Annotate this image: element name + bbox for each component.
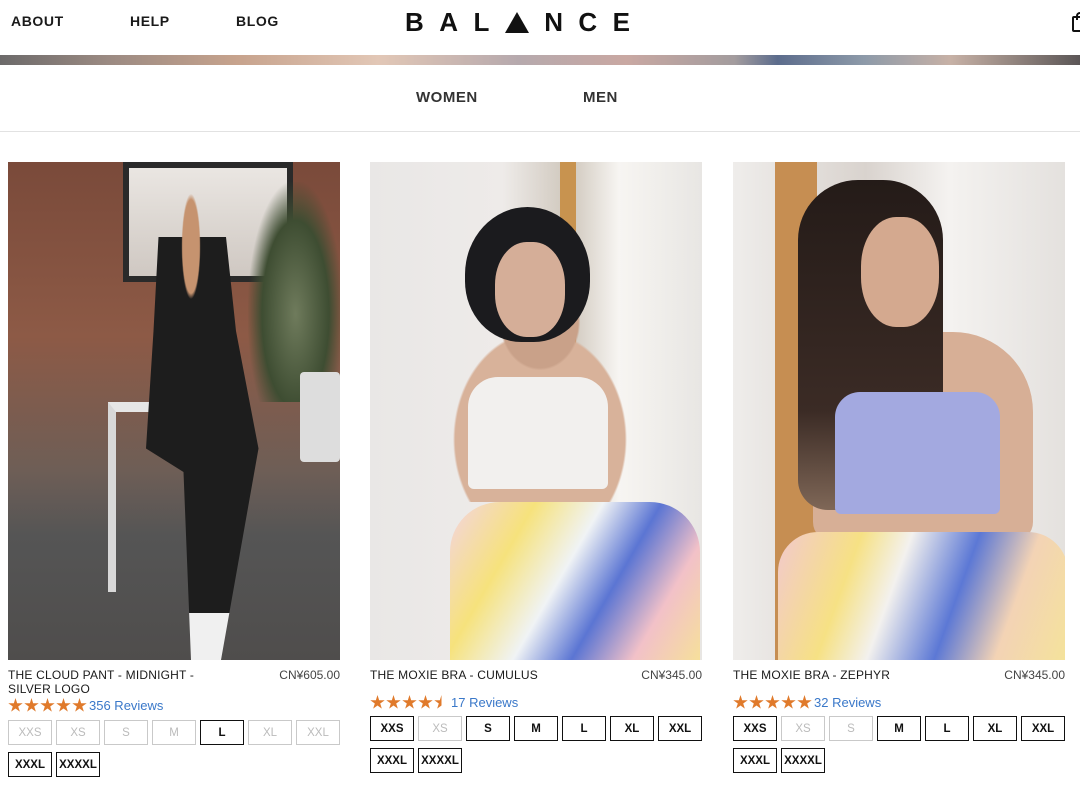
size-option-xxs[interactable]: XXS [370, 716, 414, 741]
logo-letter: L [473, 6, 490, 37]
size-option-xl[interactable]: XL [248, 720, 292, 745]
size-option-xxxxl[interactable]: XXXXL [56, 752, 100, 777]
rating-stars [733, 695, 813, 710]
star-icon [765, 695, 780, 709]
product-title[interactable]: THE MOXIE BRA - CUMULUS [370, 668, 585, 682]
size-option-s[interactable]: S [466, 716, 510, 741]
product-image[interactable] [8, 162, 340, 660]
brand-logo[interactable]: B A L N C E [405, 4, 630, 40]
product-title[interactable]: THE CLOUD PANT - MIDNIGHT - SILVER LOGO [8, 668, 223, 696]
product-card: THE MOXIE BRA - ZEPHYR CN¥345.00 32 Revi… [733, 162, 1065, 780]
size-option-m[interactable]: M [877, 716, 921, 741]
size-option-xxl[interactable]: XXL [1021, 716, 1065, 741]
size-option-l[interactable]: L [925, 716, 969, 741]
size-option-m[interactable]: M [152, 720, 196, 745]
category-men-link[interactable]: MEN [583, 89, 618, 106]
logo-letter: B [405, 6, 424, 37]
reviews-link[interactable]: 17 Reviews [451, 695, 518, 710]
size-option-xs[interactable]: XS [418, 716, 462, 741]
product-image[interactable] [370, 162, 702, 660]
size-option-m[interactable]: M [514, 716, 558, 741]
size-option-xl[interactable]: XL [610, 716, 654, 741]
size-options: XXS XS S M L XL XXL XXXL XXXXL [733, 716, 1065, 773]
size-option-xs[interactable]: XS [781, 716, 825, 741]
star-icon [733, 695, 748, 709]
product-rating: 17 Reviews [370, 695, 518, 710]
size-option-xxl[interactable]: XXL [658, 716, 702, 741]
size-option-xl[interactable]: XL [973, 716, 1017, 741]
size-options: XXS XS S M L XL XXL XXXL XXXXL [370, 716, 702, 773]
star-icon [370, 695, 385, 709]
half-star-icon [434, 695, 449, 709]
star-icon [72, 698, 87, 712]
product-price: CN¥345.00 [641, 668, 702, 682]
product-card: THE MOXIE BRA - CUMULUS CN¥345.00 17 Rev… [370, 162, 702, 780]
logo-letter: A [439, 6, 458, 37]
star-icon [418, 695, 433, 709]
size-option-xs[interactable]: XS [56, 720, 100, 745]
size-option-xxxl[interactable]: XXXL [733, 748, 777, 773]
star-icon [781, 695, 796, 709]
reviews-link[interactable]: 356 Reviews [89, 698, 163, 713]
rating-stars [8, 698, 88, 713]
star-icon [24, 698, 39, 712]
size-option-xxxl[interactable]: XXXL [8, 752, 52, 777]
logo-letter: N [544, 6, 563, 37]
category-nav: WOMEN MEN [0, 66, 1080, 132]
star-icon [749, 695, 764, 709]
logo-letter: C [578, 6, 598, 37]
nav-blog-link[interactable]: BLOG [236, 13, 279, 29]
product-rating: 32 Reviews [733, 695, 881, 710]
top-header: ABOUT HELP BLOG B A L N C E [0, 0, 1080, 56]
size-option-xxxxl[interactable]: XXXXL [781, 748, 825, 773]
star-icon [386, 695, 401, 709]
size-option-xxl[interactable]: XXL [296, 720, 340, 745]
product-title[interactable]: THE MOXIE BRA - ZEPHYR [733, 668, 948, 682]
size-option-xxs[interactable]: XXS [8, 720, 52, 745]
reviews-link[interactable]: 32 Reviews [814, 695, 881, 710]
shopping-bag-icon[interactable] [1072, 12, 1080, 32]
star-icon [402, 695, 417, 709]
logo-letter: E [612, 6, 630, 37]
size-option-xxxl[interactable]: XXXL [370, 748, 414, 773]
star-icon [40, 698, 55, 712]
size-option-l[interactable]: L [200, 720, 244, 745]
nav-help-link[interactable]: HELP [130, 13, 170, 29]
size-option-s[interactable]: S [104, 720, 148, 745]
size-option-s[interactable]: S [829, 716, 873, 741]
star-icon [8, 698, 23, 712]
category-women-link[interactable]: WOMEN [416, 89, 478, 106]
star-icon [797, 695, 812, 709]
banner-image-strip [0, 55, 1080, 65]
product-image[interactable] [733, 162, 1065, 660]
size-option-xxs[interactable]: XXS [733, 716, 777, 741]
logo-triangle-icon [504, 11, 529, 33]
product-price: CN¥345.00 [1004, 668, 1065, 682]
product-card: THE CLOUD PANT - MIDNIGHT - SILVER LOGO … [8, 162, 340, 780]
size-option-xxxxl[interactable]: XXXXL [418, 748, 462, 773]
rating-stars [370, 695, 450, 710]
size-options: XXS XS S M L XL XXL XXXL XXXXL [8, 720, 340, 777]
nav-about-link[interactable]: ABOUT [11, 13, 64, 29]
product-rating: 356 Reviews [8, 698, 163, 713]
star-icon [56, 698, 71, 712]
product-price: CN¥605.00 [279, 668, 340, 682]
size-option-l[interactable]: L [562, 716, 606, 741]
